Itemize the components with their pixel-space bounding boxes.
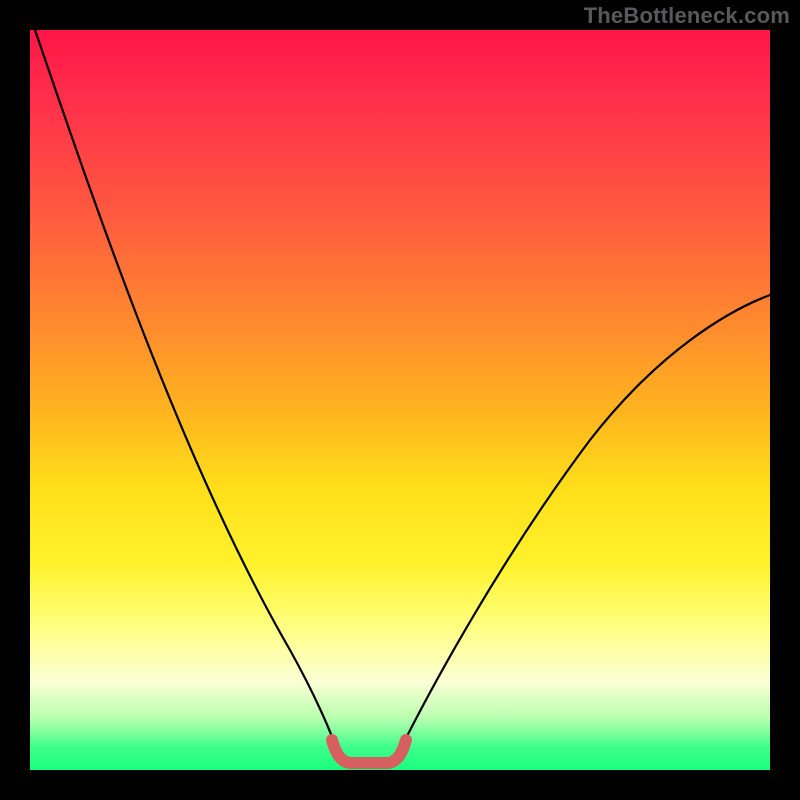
chart-frame: TheBottleneck.com [0, 0, 800, 800]
right-curve [400, 295, 770, 750]
left-curve [35, 30, 337, 750]
curves-svg [30, 30, 770, 770]
plot-area [30, 30, 770, 770]
flat-red-segment [332, 740, 406, 763]
watermark-label: TheBottleneck.com [584, 3, 790, 29]
